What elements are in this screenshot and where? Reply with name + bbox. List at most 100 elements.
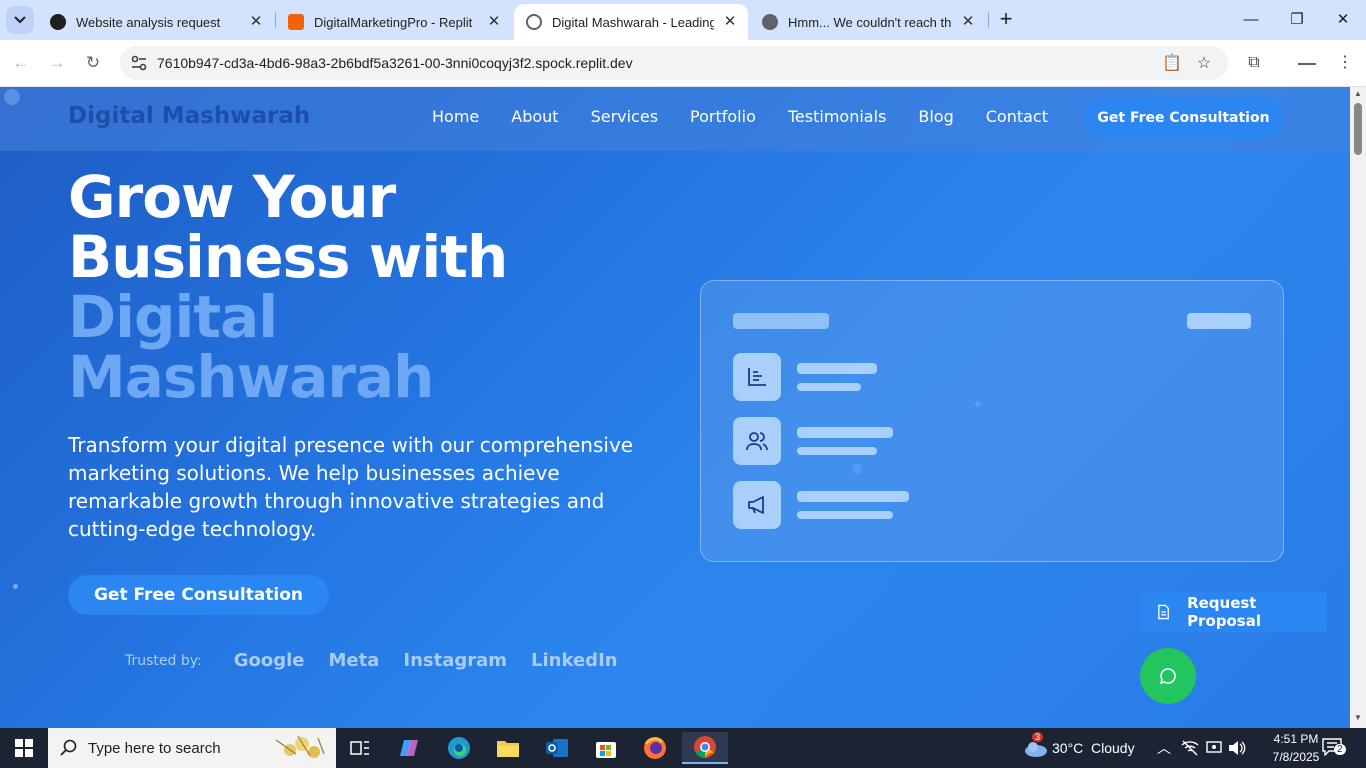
skeleton-bar (797, 447, 877, 455)
chevron-up-icon[interactable]: ︿ (1157, 738, 1171, 758)
restore-icon[interactable]: ❐ (1274, 6, 1320, 34)
nav-link-contact[interactable]: Contact (986, 107, 1048, 126)
request-proposal-button[interactable]: Request Proposal (1140, 592, 1327, 632)
hero-consultation-button[interactable]: Get Free Consultation (68, 575, 329, 615)
site-header: Digital Mashwarah Home About Services Po… (0, 87, 1350, 151)
tab-digital-mashwarah[interactable]: Digital Mashwarah - Leading Di ✕ (514, 4, 748, 40)
page-viewport: Digital Mashwarah Home About Services Po… (0, 87, 1350, 728)
close-icon[interactable]: ✕ (486, 14, 502, 30)
minimize-icon[interactable]: — (1228, 6, 1274, 34)
scroll-down-arrow-icon[interactable]: ▼ (1354, 713, 1362, 722)
weather-desc[interactable]: Cloudy (1091, 740, 1135, 756)
profile-avatar-icon[interactable] (1296, 52, 1318, 74)
chart-icon (733, 353, 781, 401)
tab-website-analysis[interactable]: Website analysis request ✕ (38, 4, 274, 40)
replit-icon (288, 14, 304, 30)
copilot-icon[interactable] (394, 732, 426, 764)
close-icon[interactable]: ✕ (248, 14, 264, 30)
tab-search-button[interactable] (6, 6, 34, 34)
nav-link-portfolio[interactable]: Portfolio (690, 107, 756, 126)
scroll-up-arrow-icon[interactable]: ▲ (1354, 89, 1362, 98)
trusted-logo-linkedin: LinkedIn (531, 650, 618, 671)
edge-icon[interactable] (443, 732, 475, 764)
hero-dashboard-card (700, 280, 1284, 562)
nav-link-blog[interactable]: Blog (918, 107, 953, 126)
windows-logo-icon (15, 739, 33, 757)
main-nav: Home About Services Portfolio Testimonia… (432, 107, 1080, 126)
hero-title: Grow Your Business with Digital Mashwara… (68, 163, 508, 411)
request-proposal-label: Request Proposal (1187, 594, 1261, 630)
display-icon[interactable] (1206, 740, 1222, 756)
address-bar[interactable]: 7610b947-cd3a-4bd6-98a3-2b6bdf5a3261-00-… (120, 46, 1228, 80)
clipboard-icon[interactable]: 📋 (1162, 54, 1182, 74)
document-icon (1158, 604, 1169, 620)
chatgpt-icon (50, 14, 66, 30)
hero-subtitle: Transform your digital presence with our… (68, 433, 634, 541)
microsoft-store-icon[interactable] (590, 732, 622, 764)
page-scrollbar[interactable]: ▲ ▼ (1350, 87, 1366, 728)
decorative-particle (13, 584, 18, 589)
users-icon (733, 417, 781, 465)
chevron-down-icon (14, 16, 26, 24)
hero-title-line: Grow Your (68, 163, 396, 231)
browser-tab-strip: Website analysis request ✕ DigitalMarket… (0, 0, 1366, 40)
file-explorer-icon[interactable] (492, 732, 524, 764)
close-icon[interactable]: ✕ (960, 14, 976, 30)
brand-logo[interactable]: Digital Mashwarah (68, 103, 310, 129)
new-tab-plus-icon[interactable]: + (994, 8, 1018, 32)
window-close-icon[interactable]: ✕ (1320, 6, 1366, 34)
skeleton-bar (733, 313, 829, 329)
search-icon (60, 739, 77, 756)
hero-title-accent: Mashwarah (68, 343, 434, 411)
trusted-logo-google: Google (233, 650, 305, 671)
trusted-label: Trusted by: (125, 652, 202, 669)
bookmark-star-icon[interactable]: ☆ (1194, 54, 1214, 74)
tab-replit[interactable]: DigitalMarketingPro - Replit ✕ (276, 4, 512, 40)
close-icon[interactable]: ✕ (722, 14, 738, 30)
weather-temp[interactable]: 30°C (1052, 740, 1083, 756)
browser-menu-icon[interactable]: ⋮ (1334, 52, 1356, 74)
tab-divider (988, 12, 989, 28)
forward-arrow-icon[interactable]: → (44, 50, 70, 76)
search-highlight-art (275, 735, 325, 758)
chat-button[interactable] (1140, 648, 1196, 704)
windows-taskbar: Type here to search 3 30°C Cloudy ︿ 4:51… (0, 728, 1366, 768)
site-settings-icon[interactable] (130, 54, 148, 72)
weather-badge: 3 (1032, 732, 1044, 742)
browser-toolbar: ← → ↻ 7610b947-cd3a-4bd6-98a3-2b6bdf5a32… (0, 40, 1366, 87)
outlook-icon[interactable] (541, 732, 573, 764)
nav-link-services[interactable]: Services (591, 107, 658, 126)
extensions-puzzle-icon[interactable]: ⧉ (1243, 52, 1265, 74)
header-consultation-button[interactable]: Get Free Consultation (1083, 98, 1284, 139)
firefox-icon[interactable] (639, 732, 671, 764)
tab-unreachable[interactable]: Hmm... We couldn't reach this a ✕ (750, 4, 986, 40)
trusted-by-row: Trusted by: Google Meta Instagram Linked… (125, 650, 642, 671)
globe-icon (762, 14, 778, 30)
nav-link-about[interactable]: About (511, 107, 558, 126)
chat-bubble-icon (1159, 668, 1176, 685)
notification-center-icon[interactable]: 2 (1322, 738, 1346, 758)
network-icon[interactable] (1181, 740, 1199, 756)
trusted-logo-instagram: Instagram (403, 650, 508, 671)
reload-icon[interactable]: ↻ (80, 50, 106, 76)
skeleton-bar (797, 511, 893, 519)
taskbar-search-box[interactable]: Type here to search (48, 728, 336, 768)
notification-count: 2 (1334, 744, 1346, 755)
scroll-thumb[interactable] (1354, 103, 1362, 155)
globe-icon (526, 14, 542, 30)
skeleton-bar (797, 363, 877, 374)
chrome-icon[interactable] (682, 732, 728, 764)
nav-link-testimonials[interactable]: Testimonials (788, 107, 887, 126)
back-arrow-icon[interactable]: ← (8, 50, 34, 76)
task-view-icon[interactable] (344, 732, 376, 764)
volume-icon[interactable] (1228, 740, 1246, 756)
skeleton-bar (797, 427, 893, 438)
megaphone-icon (733, 481, 781, 529)
url-text: 7610b947-cd3a-4bd6-98a3-2b6bdf5a3261-00-… (157, 55, 633, 71)
skeleton-bar (1187, 313, 1251, 329)
windows-start-button[interactable] (0, 728, 48, 768)
skeleton-bar (797, 383, 861, 391)
hero-title-line: Business with (68, 223, 508, 291)
nav-link-home[interactable]: Home (432, 107, 479, 126)
search-placeholder: Type here to search (88, 740, 221, 757)
